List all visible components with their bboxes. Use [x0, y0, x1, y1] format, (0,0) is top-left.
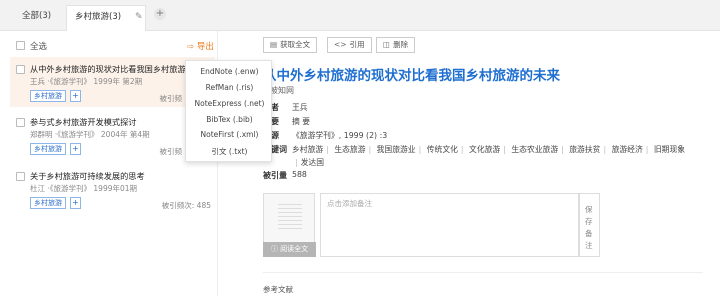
add-tag-button[interactable]: + — [70, 90, 81, 102]
keyword[interactable]: 生态农业旅游 — [511, 145, 558, 154]
add-tab-button[interactable]: + — [154, 8, 166, 20]
source-value: 《旅游学刊》, 1999 (2) :3 — [292, 131, 388, 140]
keyword[interactable]: 传统文化 — [427, 145, 458, 154]
item-tag[interactable]: 乡村旅游 — [30, 90, 66, 102]
export-button[interactable]: ⇨ 导出 — [187, 40, 214, 52]
export-option-bibtex[interactable]: BibTex (.bib) — [186, 115, 273, 124]
item-tag[interactable]: 乡村旅游 — [30, 143, 66, 155]
trash-icon: ◫ — [383, 40, 391, 49]
tab-rural-tourism[interactable]: 乡村旅游(3) ✎ — [66, 5, 146, 31]
item-checkbox[interactable] — [16, 118, 25, 127]
item-cite-count: 被引频次: 485 — [161, 201, 211, 210]
book-icon: ⓘ — [270, 245, 281, 253]
keyword[interactable]: 旧期现象 — [654, 145, 685, 154]
select-all-label: 全选 — [30, 42, 48, 52]
list-item[interactable]: 关于乡村旅游可持续发展的思考 杜江 ·《旅游学刊》 1999年01期 乡村旅游 … — [10, 169, 215, 213]
select-all-checkbox[interactable] — [16, 41, 25, 50]
tab-bar: 全部(3) 乡村旅游(3) ✎ + — [0, 0, 720, 31]
document-icon: ▤ — [270, 40, 278, 49]
get-fulltext-button[interactable]: ▤ 获取全文 — [263, 37, 318, 53]
add-tag-button[interactable]: + — [70, 143, 81, 155]
item-title[interactable]: 关于乡村旅游可持续发展的思考 — [30, 170, 212, 182]
abstract-value: 摘 要 — [292, 117, 311, 126]
tab-label: 乡村旅游(3) — [75, 12, 122, 22]
note-placeholder: 点击添加备注 — [327, 199, 372, 208]
delete-button[interactable]: ◫ 删除 — [376, 37, 416, 53]
export-option-txt[interactable]: 引文 (.txt) — [186, 146, 273, 157]
cited-label: 被引量 — [263, 171, 287, 180]
item-meta: 郑群明 ·《旅游学刊》 2004年 第4期 — [30, 130, 150, 139]
keywords-list: 乡村旅游 | 生态旅游 | 我国旅游业 | 传统文化 | 文化旅游 | 生态农业旅游 | 旅… — [292, 145, 686, 154]
keyword[interactable]: 我国旅游业 — [377, 145, 416, 154]
cite-button[interactable]: <> 引用 — [327, 37, 372, 53]
cited-value: 588 — [292, 170, 307, 179]
author-value[interactable]: 王兵 — [292, 102, 308, 113]
note-textarea[interactable]: 点击添加备注 — [320, 193, 579, 257]
keyword[interactable]: 旅游扶贫 — [569, 145, 600, 154]
divider — [263, 272, 703, 273]
keyword[interactable]: 生态旅游 — [334, 145, 365, 154]
save-note-button[interactable]: 保 存 备 注 — [579, 193, 600, 257]
references-heading: 参考文献 — [263, 285, 293, 294]
add-tag-button[interactable]: + — [70, 197, 81, 209]
export-option-refman[interactable]: RefMan (.ris) — [186, 83, 273, 92]
item-meta: 王兵 ·《旅游学刊》 1999年 第2期 — [30, 77, 143, 86]
item-cite-count: 被引频 — [159, 147, 183, 156]
item-cite-count: 被引频 — [159, 94, 183, 103]
edit-icon[interactable]: ✎ — [135, 6, 143, 28]
code-icon: <> — [334, 40, 347, 49]
keyword[interactable]: 乡村旅游 — [292, 145, 323, 154]
item-tag[interactable]: 乡村旅游 — [30, 197, 66, 209]
keyword[interactable]: 文化旅游 — [469, 145, 500, 154]
keyword[interactable]: 旅游经济 — [612, 145, 643, 154]
keyword[interactable]: 发达国 — [301, 158, 324, 167]
export-dropdown: EndNote (.enw) RefMan (.ris) NoteExpress… — [185, 60, 272, 162]
keywords-list-cont: | 发达国 — [295, 158, 325, 167]
paper-title: 从中外乡村旅游的现状对比看我国乡村旅游的未来 — [263, 68, 560, 84]
paper-source-db: 被知网 — [270, 86, 294, 95]
item-checkbox[interactable] — [16, 172, 25, 181]
export-option-noteexpress[interactable]: NoteExpress (.net) — [186, 99, 273, 108]
export-option-notefirst[interactable]: NoteFirst (.xml) — [186, 130, 273, 139]
tab-all[interactable]: 全部(3) — [14, 5, 59, 31]
read-fulltext-button[interactable]: ⓘ 阅读全文 — [263, 242, 316, 257]
export-icon: ⇨ — [187, 42, 195, 52]
item-checkbox[interactable] — [16, 65, 25, 74]
export-option-endnote[interactable]: EndNote (.enw) — [186, 67, 273, 76]
item-meta: 杜江 ·《旅游学刊》 1999年01期 — [30, 184, 138, 193]
